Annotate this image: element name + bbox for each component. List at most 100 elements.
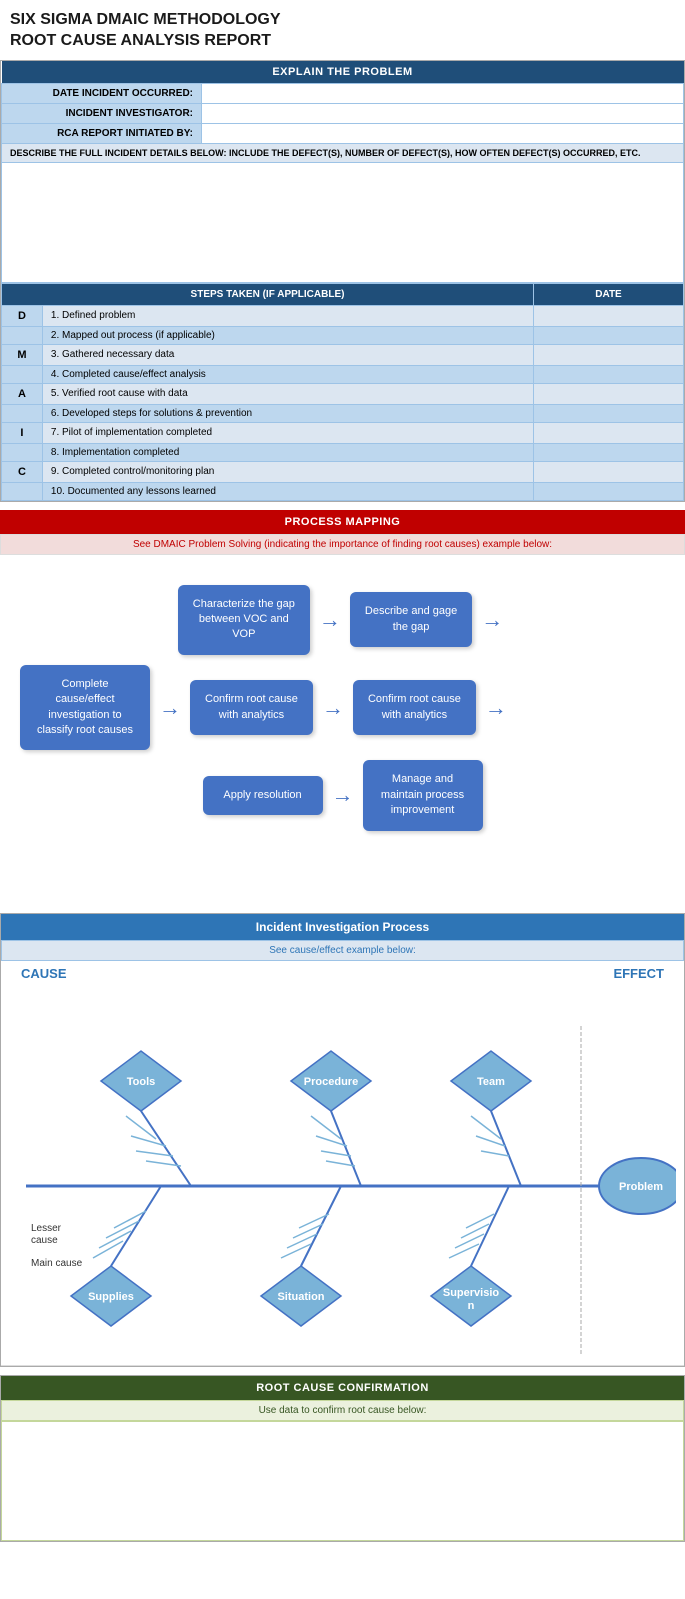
svg-text:n: n	[468, 1300, 475, 1312]
cause-label: CAUSE	[21, 966, 67, 981]
step-desc-7: 7. Pilot of implementation completed	[42, 422, 533, 443]
process-mapping-header: PROCESS MAPPING	[0, 510, 685, 534]
table-row: C 9. Completed control/monitoring plan	[2, 461, 684, 482]
svg-text:cause: cause	[31, 1235, 58, 1246]
step-date-8[interactable]	[534, 443, 684, 461]
flow-row-3: Apply resolution → Manage andmaintain pr…	[10, 760, 675, 830]
step-letter-a: A	[2, 383, 43, 404]
description-textarea[interactable]	[2, 162, 684, 282]
step-desc-9: 9. Completed control/monitoring plan	[42, 461, 533, 482]
flow-row-1: Characterize the gapbetween VOC andVOP →…	[10, 585, 675, 655]
step-desc-4: 4. Completed cause/effect analysis	[42, 365, 533, 383]
date-incident-value[interactable]	[202, 83, 684, 103]
svg-text:Main cause: Main cause	[31, 1258, 83, 1269]
fishbone-diagram: Problem Tools Procedure Team	[1, 986, 684, 1366]
step-letter-m: M	[2, 344, 43, 365]
flow-box-3: Completecause/effectinvestigation toclas…	[20, 665, 150, 751]
step-date-10[interactable]	[534, 482, 684, 500]
table-row: A 5. Verified root cause with data	[2, 383, 684, 404]
explain-problem-header: EXPLAIN THE PROBLEM	[2, 61, 684, 84]
flow-arrow-2: →	[159, 695, 181, 721]
rca-initiated-label: RCA REPORT INITIATED BY:	[2, 123, 202, 143]
table-row: 10. Documented any lessons learned	[2, 482, 684, 500]
rcc-header: ROOT CAUSE CONFIRMATION	[1, 1376, 684, 1400]
flow-box-2: Describe and gagethe gap	[350, 592, 472, 647]
svg-text:Problem: Problem	[619, 1181, 663, 1193]
fishbone-svg: Problem Tools Procedure Team	[11, 996, 676, 1366]
flow-arrow-3: →	[322, 695, 344, 721]
title-line1: SIX SIGMA DMAIC METHODOLOGY	[10, 10, 675, 31]
svg-text:Lesser: Lesser	[31, 1223, 62, 1234]
step-letter-c: C	[2, 461, 43, 482]
flow-arrow-1: →	[319, 607, 341, 633]
flow-box-4: Confirm root causewith analytics	[190, 680, 313, 735]
steps-table: STEPS TAKEN (IF APPLICABLE) DATE D 1. De…	[1, 283, 684, 501]
step-date-9[interactable]	[534, 461, 684, 482]
incident-investigation-section: Incident Investigation Process See cause…	[0, 913, 685, 1367]
step-letter-empty1	[2, 326, 43, 344]
flow-arrow-end-2: →	[485, 695, 507, 721]
incident-sub: See cause/effect example below:	[1, 940, 684, 961]
table-row: D 1. Defined problem	[2, 305, 684, 326]
cause-effect-labels: CAUSE EFFECT	[1, 961, 684, 986]
root-cause-section: ROOT CAUSE CONFIRMATION Use data to conf…	[0, 1375, 685, 1542]
step-date-3[interactable]	[534, 344, 684, 365]
steps-col-header: STEPS TAKEN (IF APPLICABLE)	[2, 283, 534, 305]
flow-arrow-end-1: →	[481, 607, 503, 633]
svg-text:Supplies: Supplies	[88, 1291, 134, 1303]
table-row: 4. Completed cause/effect analysis	[2, 365, 684, 383]
flow-box-manage: Manage andmaintain processimprovement	[363, 760, 483, 830]
svg-text:Supervisio: Supervisio	[443, 1287, 500, 1299]
step-letter-empty2	[2, 365, 43, 383]
explain-problem-table: EXPLAIN THE PROBLEM DATE INCIDENT OCCURR…	[1, 61, 684, 283]
flow-box-5: Confirm root causewith analytics	[353, 680, 476, 735]
step-letter-empty4	[2, 443, 43, 461]
rcc-body[interactable]	[1, 1421, 684, 1541]
step-date-5[interactable]	[534, 383, 684, 404]
flow-box-apply-resolution: Apply resolution	[203, 776, 323, 815]
investigator-value[interactable]	[202, 103, 684, 123]
step-date-7[interactable]	[534, 422, 684, 443]
step-date-6[interactable]	[534, 404, 684, 422]
step-date-1[interactable]	[534, 305, 684, 326]
step-letter-empty3	[2, 404, 43, 422]
process-mapping-sub: See DMAIC Problem Solving (indicating th…	[0, 534, 685, 555]
step-desc-1: 1. Defined problem	[42, 305, 533, 326]
effect-label: EFFECT	[613, 966, 664, 981]
process-mapping-body: Characterize the gapbetween VOC andVOP →…	[0, 555, 685, 905]
step-desc-10: 10. Documented any lessons learned	[42, 482, 533, 500]
investigator-label: INCIDENT INVESTIGATOR:	[2, 103, 202, 123]
step-date-4[interactable]	[534, 365, 684, 383]
step-desc-8: 8. Implementation completed	[42, 443, 533, 461]
description-label: DESCRIBE THE FULL INCIDENT DETAILS BELOW…	[2, 143, 684, 162]
step-letter-empty5	[2, 482, 43, 500]
process-mapping-section: PROCESS MAPPING See DMAIC Problem Solvin…	[0, 510, 685, 905]
svg-text:Procedure: Procedure	[304, 1076, 358, 1088]
flow-arrow-4: →	[332, 782, 354, 808]
date-incident-label: DATE INCIDENT OCCURRED:	[2, 83, 202, 103]
step-letter-i: I	[2, 422, 43, 443]
step-date-2[interactable]	[534, 326, 684, 344]
svg-text:Team: Team	[477, 1076, 505, 1088]
svg-text:Tools: Tools	[127, 1076, 156, 1088]
rca-initiated-value[interactable]	[202, 123, 684, 143]
step-desc-3: 3. Gathered necessary data	[42, 344, 533, 365]
flow-box-1: Characterize the gapbetween VOC andVOP	[178, 585, 310, 655]
rcc-sub: Use data to confirm root cause below:	[1, 1400, 684, 1421]
step-desc-5: 5. Verified root cause with data	[42, 383, 533, 404]
table-row: I 7. Pilot of implementation completed	[2, 422, 684, 443]
table-row: 8. Implementation completed	[2, 443, 684, 461]
step-desc-6: 6. Developed steps for solutions & preve…	[42, 404, 533, 422]
flow-row-2: Completecause/effectinvestigation toclas…	[10, 665, 675, 751]
incident-header: Incident Investigation Process	[1, 914, 684, 940]
svg-text:Situation: Situation	[277, 1291, 324, 1303]
title-line2: ROOT CAUSE ANALYSIS REPORT	[10, 31, 675, 52]
table-row: 2. Mapped out process (if applicable)	[2, 326, 684, 344]
table-row: M 3. Gathered necessary data	[2, 344, 684, 365]
explain-problem-section: EXPLAIN THE PROBLEM DATE INCIDENT OCCURR…	[0, 60, 685, 502]
table-row: 6. Developed steps for solutions & preve…	[2, 404, 684, 422]
step-desc-2: 2. Mapped out process (if applicable)	[42, 326, 533, 344]
step-letter-d: D	[2, 305, 43, 326]
page-title: SIX SIGMA DMAIC METHODOLOGY ROOT CAUSE A…	[0, 0, 685, 60]
date-col-header: DATE	[534, 283, 684, 305]
